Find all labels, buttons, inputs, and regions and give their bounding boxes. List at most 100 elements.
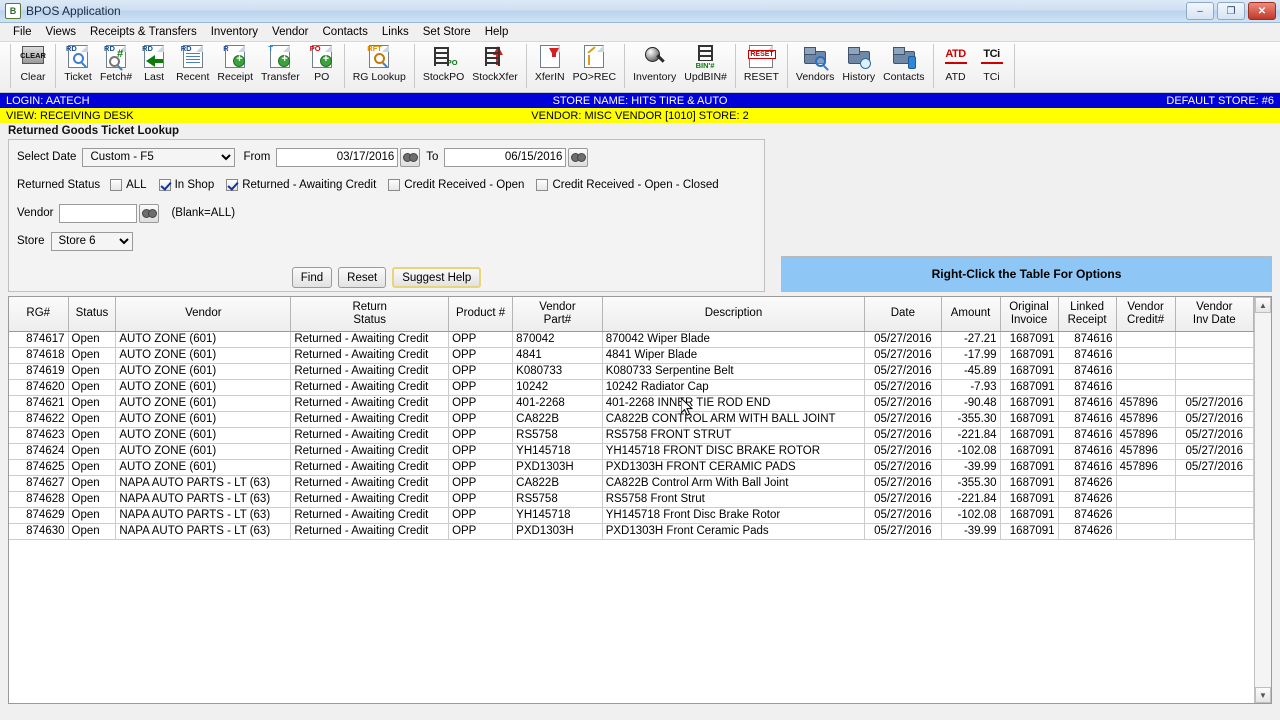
from-date-lookup-button[interactable] bbox=[400, 147, 421, 167]
select-date-dropdown[interactable]: Custom - F5 bbox=[82, 147, 236, 167]
to-date-lookup-button[interactable] bbox=[568, 147, 589, 167]
cell-orig_invoice[interactable]: 1687091 bbox=[1000, 491, 1059, 508]
cell-vendor[interactable]: AUTO ZONE (601) bbox=[115, 363, 292, 380]
checkbox-credit-received-open[interactable]: Credit Received - Open bbox=[388, 179, 524, 191]
cell-date[interactable]: 05/27/2016 bbox=[864, 523, 942, 540]
cell-linked_receipt[interactable]: 874616 bbox=[1058, 443, 1117, 460]
find-button[interactable]: Find bbox=[291, 267, 333, 288]
cell-linked_receipt[interactable]: 874626 bbox=[1058, 507, 1117, 524]
toolbar-button-last[interactable]: RD Last bbox=[136, 42, 172, 83]
menu-item-set-store[interactable]: Set Store bbox=[416, 24, 478, 40]
cell-orig_invoice[interactable]: 1687091 bbox=[1000, 395, 1059, 412]
cell-vendor_credit[interactable]: 457896 bbox=[1116, 459, 1176, 476]
cell-rg[interactable]: 874630 bbox=[9, 523, 69, 540]
cell-vendor[interactable]: NAPA AUTO PARTS - LT (63) bbox=[115, 523, 292, 540]
menu-item-views[interactable]: Views bbox=[39, 24, 83, 40]
toolbar-button-ticket[interactable]: RD Ticket bbox=[60, 42, 96, 83]
cell-linked_receipt[interactable]: 874616 bbox=[1058, 395, 1117, 412]
cell-vendor_inv_date[interactable] bbox=[1175, 331, 1254, 348]
cell-vendor_credit[interactable] bbox=[1116, 475, 1176, 492]
cell-orig_invoice[interactable]: 1687091 bbox=[1000, 475, 1059, 492]
cell-amount[interactable]: -17.99 bbox=[941, 347, 1001, 364]
cell-vendor_part[interactable]: 10242 bbox=[512, 379, 603, 396]
cell-orig_invoice[interactable]: 1687091 bbox=[1000, 331, 1059, 348]
cell-amount[interactable]: -355.30 bbox=[941, 411, 1001, 428]
table-header-vendor_part[interactable]: Vendor Part# bbox=[512, 297, 603, 332]
cell-description[interactable]: 870042 Wiper Blade bbox=[602, 331, 866, 348]
menu-item-inventory[interactable]: Inventory bbox=[204, 24, 265, 40]
cell-rg[interactable]: 874618 bbox=[9, 347, 69, 364]
cell-amount[interactable]: -102.08 bbox=[941, 443, 1001, 460]
cell-vendor_inv_date[interactable] bbox=[1175, 507, 1254, 524]
scroll-down-arrow-icon[interactable]: ▼ bbox=[1255, 687, 1271, 703]
cell-amount[interactable]: -39.99 bbox=[941, 459, 1001, 476]
menu-item-vendor[interactable]: Vendor bbox=[265, 24, 315, 40]
toolbar-button-stock-xfer[interactable]: StockXfer bbox=[468, 42, 522, 83]
cell-description[interactable]: RS5758 Front Strut bbox=[602, 491, 866, 508]
cell-vendor_inv_date[interactable] bbox=[1175, 379, 1254, 396]
table-header-product[interactable]: Product # bbox=[448, 297, 514, 332]
cell-date[interactable]: 05/27/2016 bbox=[864, 363, 942, 380]
cell-vendor_part[interactable]: K080733 bbox=[512, 363, 603, 380]
cell-amount[interactable]: -221.84 bbox=[941, 491, 1001, 508]
toolbar-button-rg-lookup[interactable]: RFT RG Lookup bbox=[349, 42, 410, 83]
cell-status[interactable]: Open bbox=[68, 347, 117, 364]
cell-vendor_credit[interactable] bbox=[1116, 491, 1176, 508]
table-row[interactable]: 874622 Open AUTO ZONE (601) Returned - Awai… bbox=[9, 411, 1254, 428]
cell-orig_invoice[interactable]: 1687091 bbox=[1000, 427, 1059, 444]
cell-vendor[interactable]: AUTO ZONE (601) bbox=[115, 395, 292, 412]
cell-vendor_part[interactable]: 4841 bbox=[512, 347, 603, 364]
checkbox-in-shop-box[interactable] bbox=[158, 179, 171, 191]
cell-amount[interactable]: -102.08 bbox=[941, 507, 1001, 524]
cell-status[interactable]: Open bbox=[68, 507, 117, 524]
cell-status[interactable]: Open bbox=[68, 523, 117, 540]
cell-rg[interactable]: 874619 bbox=[9, 363, 69, 380]
cell-vendor_credit[interactable] bbox=[1116, 363, 1176, 380]
toolbar-button-po[interactable]: PO PO bbox=[304, 42, 340, 83]
cell-description[interactable]: 10242 Radiator Cap bbox=[602, 379, 866, 396]
table-row[interactable]: 874620 Open AUTO ZONE (601) Returned - Awai… bbox=[9, 379, 1254, 396]
table-header-vendor_inv_date[interactable]: Vendor Inv Date bbox=[1175, 297, 1254, 332]
table-header-orig_invoice[interactable]: Original Invoice bbox=[1000, 297, 1059, 332]
cell-rg[interactable]: 874629 bbox=[9, 507, 69, 524]
toolbar-button-upd-bin[interactable]: BIN'# UpdBIN# bbox=[680, 42, 731, 83]
cell-date[interactable]: 05/27/2016 bbox=[864, 443, 942, 460]
cell-product[interactable]: OPP bbox=[448, 507, 514, 524]
cell-vendor_part[interactable]: PXD1303H bbox=[512, 459, 603, 476]
results-table-container[interactable]: RG# Status Vendor Return Status Product # Vend… bbox=[8, 296, 1272, 704]
cell-vendor_credit[interactable]: 457896 bbox=[1116, 411, 1176, 428]
table-row[interactable]: 874623 Open AUTO ZONE (601) Returned - Awai… bbox=[9, 427, 1254, 444]
cell-return_status[interactable]: Returned - Awaiting Credit bbox=[290, 475, 450, 492]
cell-return_status[interactable]: Returned - Awaiting Credit bbox=[290, 347, 450, 364]
toolbar-button-recent[interactable]: RD Recent bbox=[172, 42, 213, 83]
cell-vendor_credit[interactable] bbox=[1116, 379, 1176, 396]
cell-vendor_part[interactable]: YH145718 bbox=[512, 443, 603, 460]
cell-linked_receipt[interactable]: 874616 bbox=[1058, 347, 1117, 364]
cell-date[interactable]: 05/27/2016 bbox=[864, 411, 942, 428]
table-vertical-scrollbar[interactable]: ▲ ▼ bbox=[1254, 297, 1271, 703]
cell-status[interactable]: Open bbox=[68, 427, 117, 444]
cell-date[interactable]: 05/27/2016 bbox=[864, 331, 942, 348]
cell-return_status[interactable]: Returned - Awaiting Credit bbox=[290, 507, 450, 524]
cell-vendor[interactable]: AUTO ZONE (601) bbox=[115, 411, 292, 428]
cell-vendor[interactable]: AUTO ZONE (601) bbox=[115, 379, 292, 396]
table-row[interactable]: 874619 Open AUTO ZONE (601) Returned - Awai… bbox=[9, 363, 1254, 380]
cell-vendor_inv_date[interactable]: 05/27/2016 bbox=[1175, 443, 1254, 460]
cell-orig_invoice[interactable]: 1687091 bbox=[1000, 347, 1059, 364]
cell-status[interactable]: Open bbox=[68, 459, 117, 476]
cell-description[interactable]: RS5758 FRONT STRUT bbox=[602, 427, 866, 444]
cell-description[interactable]: YH145718 Front Disc Brake Rotor bbox=[602, 507, 866, 524]
cell-linked_receipt[interactable]: 874616 bbox=[1058, 411, 1117, 428]
cell-linked_receipt[interactable]: 874616 bbox=[1058, 363, 1117, 380]
table-row[interactable]: 874621 Open AUTO ZONE (601) Returned - Awai… bbox=[9, 395, 1254, 412]
cell-linked_receipt[interactable]: 874616 bbox=[1058, 379, 1117, 396]
cell-vendor[interactable]: AUTO ZONE (601) bbox=[115, 331, 292, 348]
cell-rg[interactable]: 874624 bbox=[9, 443, 69, 460]
cell-date[interactable]: 05/27/2016 bbox=[864, 347, 942, 364]
toolbar-button-receipt[interactable]: R Receipt bbox=[213, 42, 257, 83]
menu-item-links[interactable]: Links bbox=[375, 24, 416, 40]
cell-return_status[interactable]: Returned - Awaiting Credit bbox=[290, 331, 450, 348]
cell-vendor[interactable]: NAPA AUTO PARTS - LT (63) bbox=[115, 507, 292, 524]
cell-return_status[interactable]: Returned - Awaiting Credit bbox=[290, 379, 450, 396]
cell-product[interactable]: OPP bbox=[448, 347, 514, 364]
